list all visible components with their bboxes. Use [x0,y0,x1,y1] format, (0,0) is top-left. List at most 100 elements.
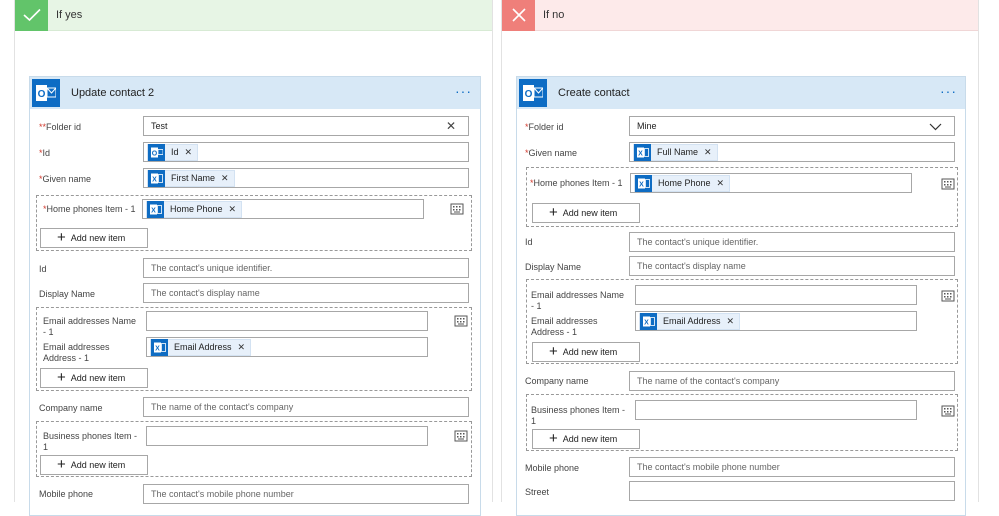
folder-id-select[interactable]: Mine [629,116,955,136]
if-yes-title: If yes [56,9,83,21]
company-name-input[interactable]: The name of the contact's company [143,397,469,417]
svg-text:X: X [151,207,156,214]
email-address-token[interactable]: X Email Address ✕ [150,338,252,356]
company-name-input[interactable]: The name of the contact's company [629,371,955,391]
add-new-item-button[interactable]: + Add new item [40,368,148,388]
email-name-input[interactable] [146,311,428,331]
close-icon[interactable]: ✕ [704,147,712,158]
keyboard-icon[interactable] [454,429,468,443]
display-name-label: Display Name [525,262,582,272]
given-name-label: *Given name [39,174,92,184]
check-icon [15,0,48,31]
email-name-input[interactable] [635,285,917,305]
add-new-item-button[interactable]: + Add new item [532,429,640,449]
more-icon[interactable]: ··· [455,83,472,99]
folder-id-label: *Folder id [525,122,564,132]
id-input[interactable]: O Id ✕ [143,142,469,162]
street-input[interactable] [629,481,955,501]
add-new-item-button[interactable]: + Add new item [40,228,148,248]
excel-icon: X [640,312,657,330]
contact-id-placeholder: The contact's unique identifier. [151,263,273,273]
card-title: Update contact 2 [71,87,155,99]
mobile-phone-input[interactable]: The contact's mobile phone number [143,484,469,504]
svg-text:X: X [638,150,643,157]
add-new-item-label: Add new item [562,434,618,444]
close-icon[interactable]: ✕ [185,147,193,158]
keyboard-icon[interactable] [941,404,955,418]
home-phones-group: *Home phones Item - 1 X Home Phone ✕ + Ad… [526,167,958,227]
plus-icon: + [57,369,66,386]
email-address-token[interactable]: X Email Address ✕ [639,312,741,330]
add-new-item-button[interactable]: + Add new item [40,455,148,475]
add-new-item-button[interactable]: + Add new item [532,342,640,362]
display-name-input[interactable]: The contact's display name [143,283,469,303]
given-name-token[interactable]: X First Name ✕ [147,169,235,187]
card-header[interactable]: O Update contact 2 ··· [30,77,480,109]
close-icon[interactable]: ✕ [446,119,456,133]
folder-id-value: Mine [637,121,657,131]
more-icon[interactable]: ··· [940,83,957,99]
outlook-icon: O [519,79,547,107]
home-phone-token[interactable]: X Home Phone ✕ [634,174,731,192]
id-token[interactable]: O Id ✕ [147,143,199,161]
folder-id-value: Test [151,121,168,131]
email-address-input[interactable]: X Email Address ✕ [146,337,428,357]
plus-icon: + [549,343,558,360]
contact-id-input[interactable]: The contact's unique identifier. [143,258,469,278]
mobile-phone-placeholder: The contact's mobile phone number [151,489,294,499]
given-name-input[interactable]: X First Name ✕ [143,168,469,188]
plus-icon: + [549,204,558,221]
keyboard-icon[interactable] [450,202,464,216]
plus-icon: + [549,430,558,447]
home-phones-input[interactable]: X Home Phone ✕ [142,199,424,219]
plus-icon: + [57,229,66,246]
company-name-placeholder: The name of the contact's company [637,376,780,386]
keyboard-icon[interactable] [941,177,955,191]
mobile-phone-label: Mobile phone [39,489,94,499]
close-icon[interactable]: ✕ [229,204,237,215]
add-new-item-label: Add new item [70,373,126,383]
excel-icon: X [151,338,168,356]
home-phone-token[interactable]: X Home Phone ✕ [146,200,243,218]
if-no-title: If no [543,9,565,21]
svg-text:O: O [151,150,157,157]
close-icon[interactable]: ✕ [717,178,725,189]
email-address-label: Email addresses Address - 1 [43,342,110,363]
given-name-input[interactable]: X Full Name ✕ [629,142,955,162]
business-phones-input[interactable] [146,426,428,446]
business-phones-label: Business phones Item - 1 [43,431,138,452]
contact-id-label: Id [39,264,47,274]
contact-id-input[interactable]: The contact's unique identifier. [629,232,955,252]
plus-icon: + [57,456,66,473]
close-icon[interactable]: ✕ [221,173,229,184]
mobile-phone-input[interactable]: The contact's mobile phone number [629,457,955,477]
if-no-header[interactable]: If no [502,0,978,31]
outlook-icon: O [32,79,60,107]
card-header[interactable]: O Create contact ··· [517,77,965,109]
business-phones-input[interactable] [635,400,917,420]
keyboard-icon[interactable] [941,289,955,303]
email-name-label: Email addresses Name - 1 [531,290,625,311]
email-addresses-group: Email addresses Name - 1 Email addresses… [36,307,472,391]
svg-text:O: O [525,89,533,100]
display-name-input[interactable]: The contact's display name [629,256,955,276]
close-icon[interactable]: ✕ [727,316,735,327]
folder-id-input[interactable]: Test ✕ [143,116,469,136]
card-title: Create contact [558,87,630,99]
company-name-label: Company name [39,403,103,413]
outlook-icon: O [148,143,165,161]
email-address-input[interactable]: X Email Address ✕ [635,311,917,331]
home-phones-label: *Home phones Item - 1 [530,178,623,188]
home-phones-group: *Home phones Item - 1 X Home Phone ✕ + Ad… [36,195,472,251]
display-name-label: Display Name [39,289,96,299]
add-new-item-button[interactable]: + Add new item [532,203,640,223]
home-phones-input[interactable]: X Home Phone ✕ [630,173,912,193]
keyboard-icon[interactable] [454,314,468,328]
close-icon[interactable]: ✕ [238,342,246,353]
if-yes-header[interactable]: If yes [15,0,492,31]
given-name-token[interactable]: X Full Name ✕ [633,143,718,161]
given-name-label: *Given name [525,148,578,158]
add-new-item-label: Add new item [562,208,618,218]
folder-id-label: **Folder id [39,122,82,132]
given-name-token-label: Full Name [657,147,699,157]
